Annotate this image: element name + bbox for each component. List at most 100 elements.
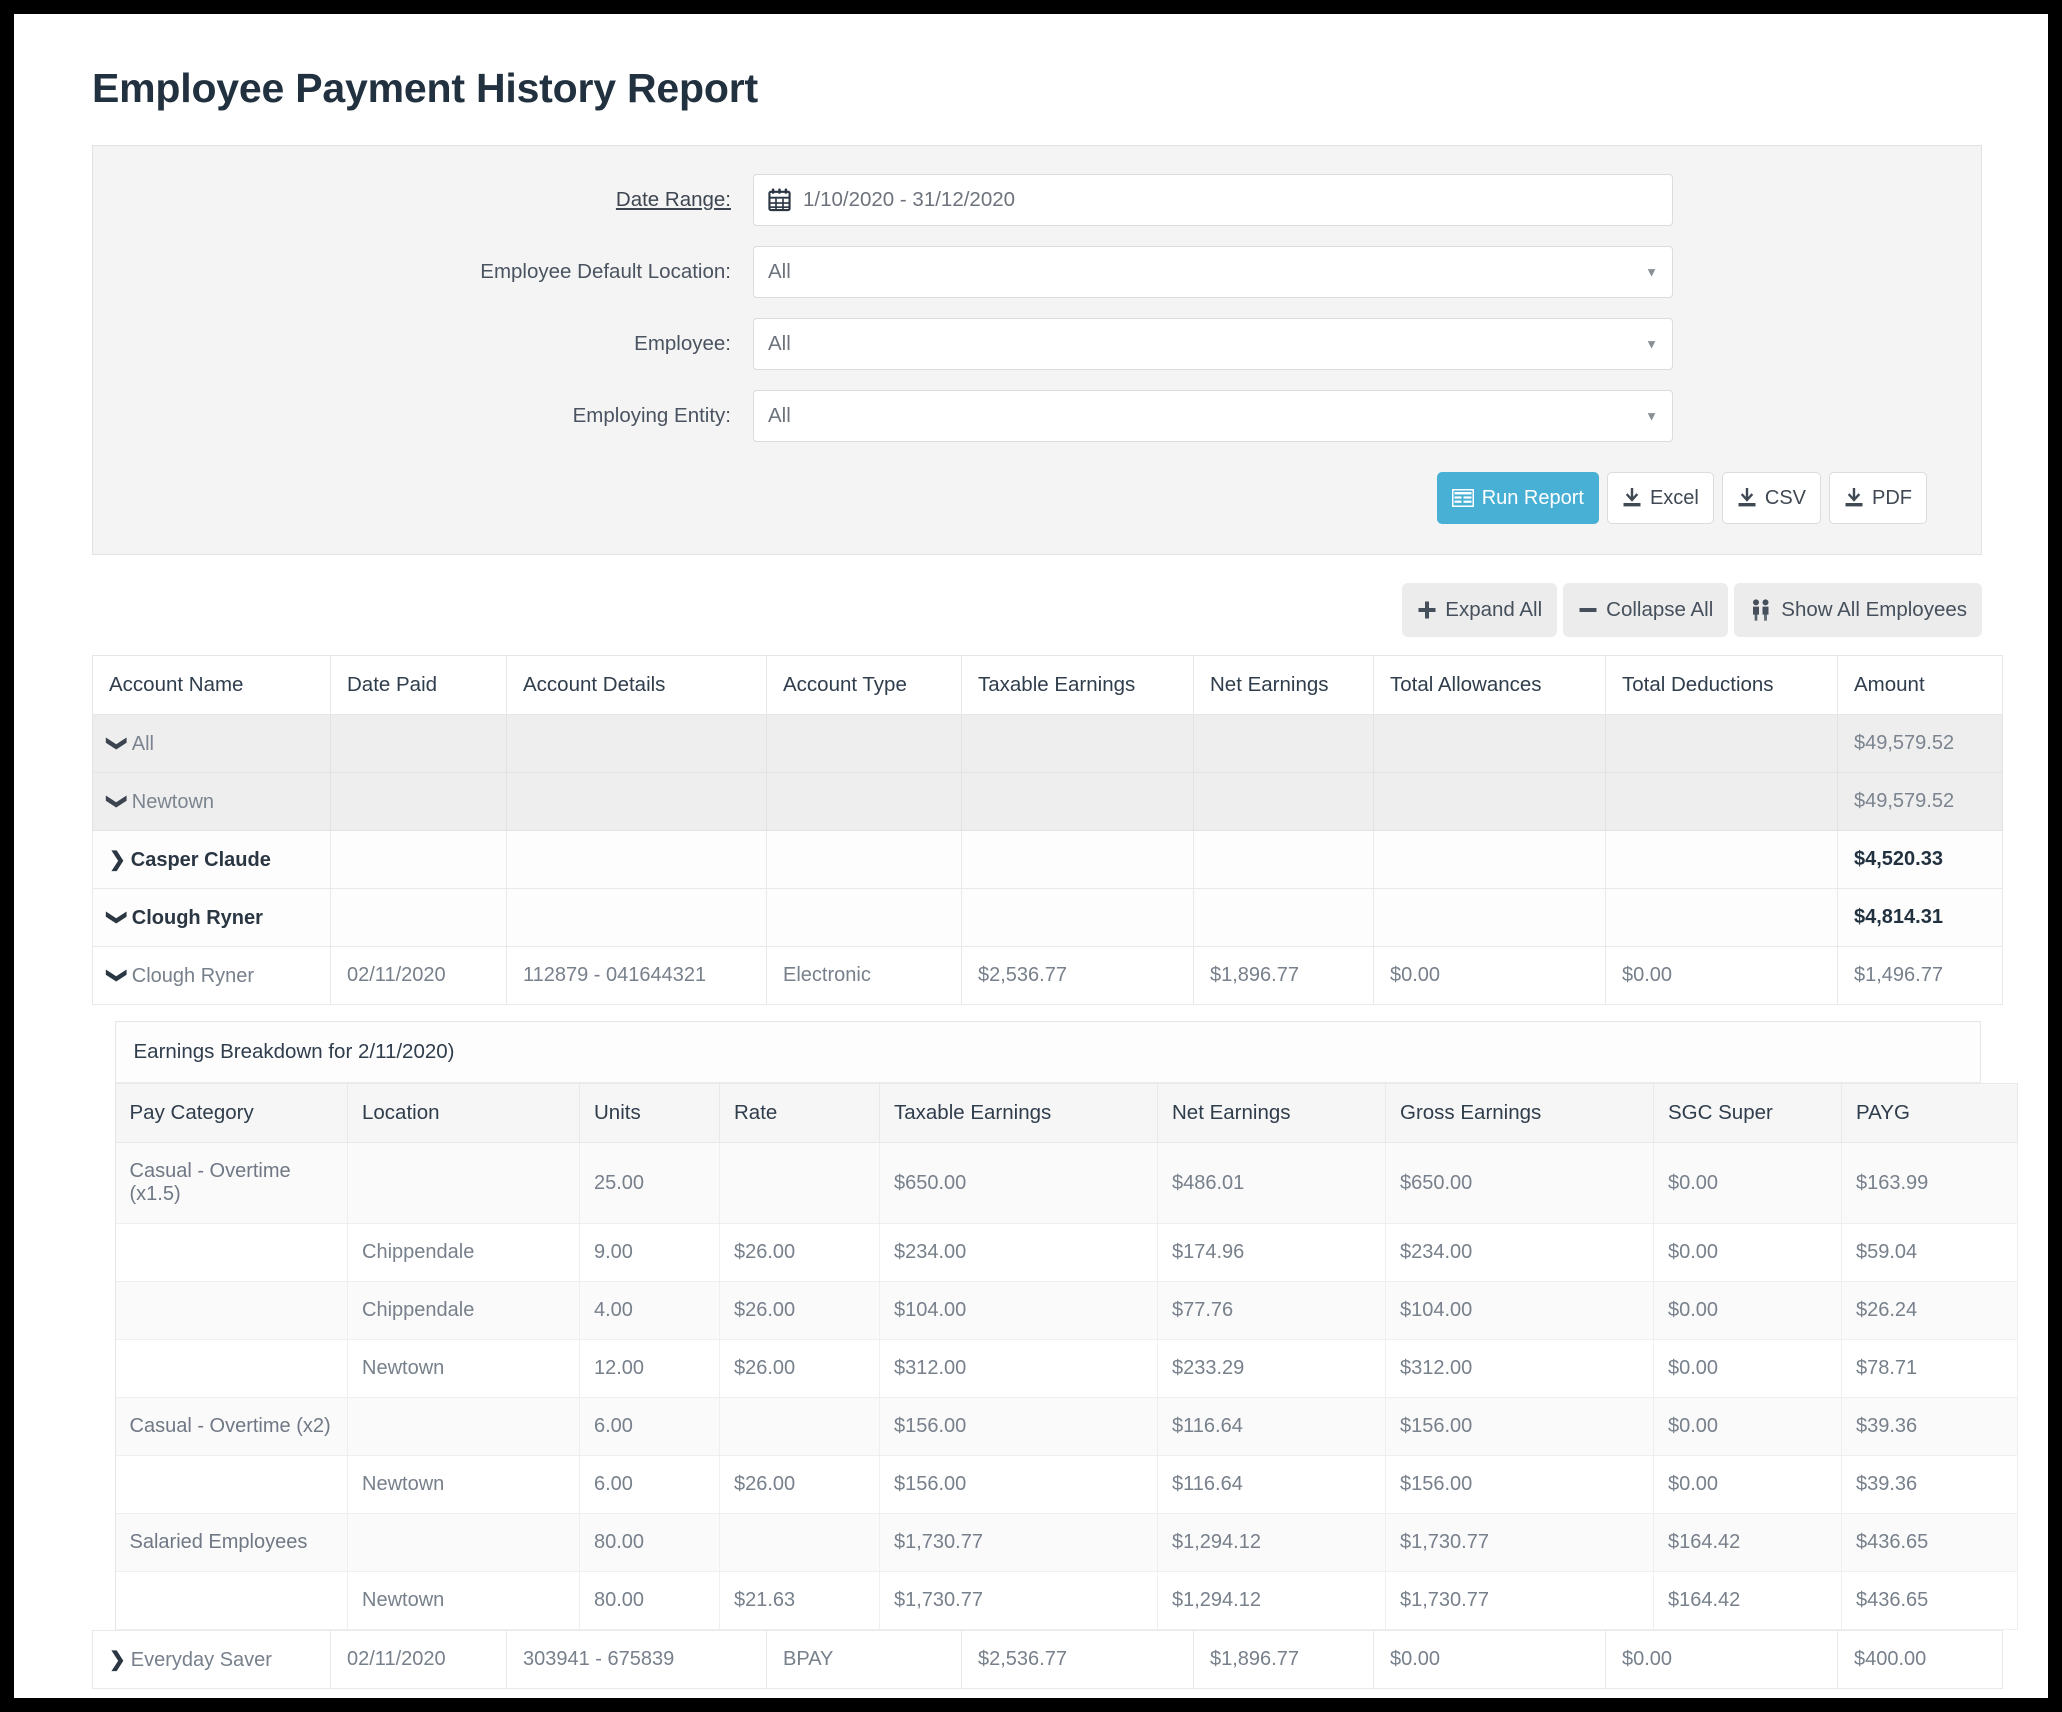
breakdown-cell-pay-category (115, 1281, 348, 1341)
cell-total-allowances (1373, 772, 1606, 832)
employee-name: Casper Claude (130, 849, 271, 872)
cell-total-allowances: $0.00 (1373, 946, 1606, 1006)
chevron-down-icon[interactable]: ❯ (105, 793, 130, 810)
cell-total-deductions (1605, 772, 1838, 832)
page-title: Employee Payment History Report (92, 65, 758, 111)
breakdown-cell-units: 12.00 (579, 1339, 720, 1399)
date-range-value: 1/10/2020 - 31/12/2020 (803, 188, 1016, 212)
table-row[interactable]: ❯ Casper Claude $4,520.33 (92, 830, 2003, 890)
expand-all-button[interactable]: Expand All (1402, 583, 1558, 638)
chevron-down-icon[interactable]: ❯ (105, 967, 130, 984)
breakdown-cell-location (347, 1513, 580, 1573)
breakdown-cell-gross-earnings: $650.00 (1385, 1142, 1654, 1225)
breakdown-cell-rate: $26.00 (719, 1223, 880, 1283)
breakdown-cell-gross-earnings: $104.00 (1385, 1281, 1654, 1341)
cell-account-details: 112879 - 041644321 (506, 946, 767, 1006)
breakdown-cell-location: Chippendale (347, 1223, 580, 1283)
cell-taxable-earnings: $2,536.77 (961, 1630, 1194, 1690)
cell-account-details (506, 714, 767, 774)
breakdown-cell-units: 80.00 (579, 1571, 720, 1631)
chevron-down-icon[interactable]: ❯ (105, 909, 130, 926)
breakdown-cell-payg: $59.04 (1841, 1223, 2018, 1283)
employee-default-location-select[interactable]: All ▼ (753, 246, 1673, 299)
breakdown-cell-gross-earnings: $1,730.77 (1385, 1571, 1654, 1631)
employing-entity-select[interactable]: All ▼ (753, 390, 1673, 443)
breakdown-cell-rate: $26.00 (719, 1455, 880, 1515)
cell-account-details (506, 830, 767, 890)
download-icon (1623, 488, 1641, 507)
date-range-input[interactable]: 1/10/2020 - 31/12/2020 (753, 174, 1673, 227)
export-csv-label: CSV (1764, 486, 1806, 509)
table-row[interactable]: ❯ All $49,579.52 (92, 714, 2003, 774)
people-icon (1753, 599, 1769, 621)
breakdown-cell-rate: $26.00 (719, 1339, 880, 1399)
column-header-account-name: Account Name (92, 655, 331, 716)
breakdown-cell-taxable-earnings: $1,730.77 (879, 1571, 1158, 1631)
breakdown-cell-net-earnings: $1,294.12 (1157, 1513, 1386, 1573)
employee-row-label-cell[interactable]: ❯ Casper Claude (92, 830, 331, 890)
breakdown-cell-taxable-earnings: $104.00 (879, 1281, 1158, 1341)
breakdown-cell-payg: $39.36 (1841, 1397, 2018, 1457)
calendar-icon (768, 188, 791, 212)
export-csv-button[interactable]: CSV (1721, 472, 1821, 525)
chevron-right-icon[interactable]: ❯ (109, 1647, 126, 1672)
table-row[interactable]: ❯ Newtown $49,579.52 (92, 772, 2003, 832)
export-pdf-button[interactable]: PDF (1829, 472, 1927, 525)
breakdown-cell-units: 4.00 (579, 1281, 720, 1341)
breakdown-cell-rate (719, 1513, 880, 1573)
column-header-total-allowances: Total Allowances (1373, 655, 1606, 716)
show-all-employees-button[interactable]: Show All Employees (1734, 583, 1982, 638)
cell-account-details (506, 772, 767, 832)
cell-date-paid (330, 714, 507, 774)
breakdown-cell-location: Newtown (347, 1455, 580, 1515)
chevron-down-icon[interactable]: ❯ (105, 735, 130, 752)
account-row-label-cell[interactable]: ❯ Clough Ryner (92, 946, 331, 1006)
report-filter-panel: Date Range: 1/10/2020 - 31/12/2020 Emplo… (92, 145, 1982, 556)
column-header-total-deductions: Total Deductions (1605, 655, 1838, 716)
breakdown-cell-location (347, 1142, 580, 1225)
breakdown-cell-gross-earnings: $156.00 (1385, 1455, 1654, 1515)
breakdown-cell-sgc-super: $164.42 (1653, 1513, 1842, 1573)
breakdown-table-row: Salaried Employees 80.00 $1,730.77 $1,29… (115, 1513, 2018, 1573)
employee-default-location-label: Employee Default Location: (480, 260, 731, 284)
employee-row-label-cell[interactable]: ❯ Clough Ryner (92, 888, 331, 948)
cell-total-allowances: $0.00 (1373, 1630, 1606, 1690)
cell-total-deductions: $0.00 (1605, 1630, 1838, 1690)
breakdown-cell-pay-category: Salaried Employees (115, 1513, 348, 1573)
column-header-amount: Amount (1837, 655, 2003, 716)
breakdown-column-rate: Rate (719, 1083, 880, 1144)
table-row[interactable]: ❯ Everyday Saver 02/11/2020 303941 - 6758… (92, 1630, 2003, 1690)
breakdown-cell-location: Newtown (347, 1339, 580, 1399)
breakdown-cell-pay-category: Casual - Overtime (x2) (115, 1397, 348, 1457)
run-report-button[interactable]: Run Report (1436, 472, 1599, 525)
report-page: Employee Payment History Report Date Ran… (14, 14, 2048, 1698)
group-row-label-cell[interactable]: ❯ Newtown (92, 772, 331, 832)
cell-total-deductions (1605, 830, 1838, 890)
cell-net-earnings (1193, 888, 1374, 948)
breakdown-cell-rate (719, 1142, 880, 1225)
breakdown-column-payg: PAYG (1841, 1083, 2018, 1144)
account-row-label-cell[interactable]: ❯ Everyday Saver (92, 1630, 331, 1690)
breakdown-cell-net-earnings: $486.01 (1157, 1142, 1386, 1225)
cell-account-type: BPAY (766, 1630, 962, 1690)
table-row[interactable]: ❯ Clough Ryner 02/11/2020 112879 - 041644… (92, 946, 2003, 1006)
table-row[interactable]: ❯ Clough Ryner $4,814.31 (92, 888, 2003, 948)
breakdown-cell-pay-category (115, 1571, 348, 1631)
export-excel-button[interactable]: Excel (1606, 472, 1714, 525)
breakdown-cell-rate: $21.63 (719, 1571, 880, 1631)
breakdown-cell-gross-earnings: $156.00 (1385, 1397, 1654, 1457)
breakdown-cell-sgc-super: $0.00 (1653, 1397, 1842, 1457)
breakdown-cell-sgc-super: $164.42 (1653, 1571, 1842, 1631)
breakdown-table-row: Chippendale 9.00 $26.00 $234.00 $174.96 … (115, 1223, 2018, 1283)
breakdown-cell-net-earnings: $233.29 (1157, 1339, 1386, 1399)
collapse-all-button[interactable]: Collapse All (1563, 583, 1729, 638)
breakdown-table-row: Newtown 6.00 $26.00 $156.00 $116.64 $156… (115, 1455, 2018, 1515)
breakdown-cell-payg: $436.65 (1841, 1571, 2018, 1631)
employee-select[interactable]: All ▼ (753, 318, 1673, 371)
breakdown-cell-payg: $436.65 (1841, 1513, 2018, 1573)
breakdown-cell-payg: $26.24 (1841, 1281, 2018, 1341)
group-row-label-cell[interactable]: ❯ All (92, 714, 331, 774)
chevron-right-icon[interactable]: ❯ (109, 847, 126, 872)
breakdown-column-net-earnings: Net Earnings (1157, 1083, 1386, 1144)
cell-taxable-earnings: $2,536.77 (961, 946, 1194, 1006)
